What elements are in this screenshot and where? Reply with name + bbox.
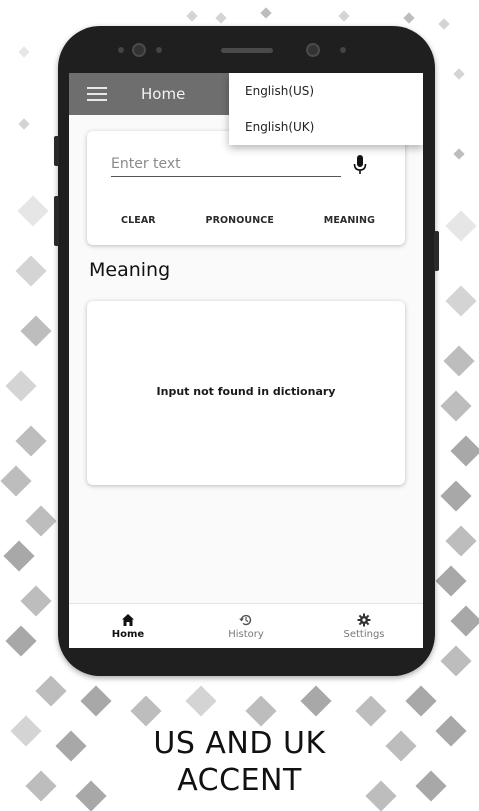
nav-label-home: Home — [111, 628, 145, 640]
clear-button[interactable]: CLEAR — [121, 215, 156, 226]
app-screen: Home English(US) English(UK) CLEAR PRONO… — [69, 73, 423, 648]
menu-item-english-uk[interactable]: English(UK) — [229, 109, 423, 145]
action-row: CLEAR PRONOUNCE MEANING — [87, 215, 405, 226]
nav-label-settings: Settings — [343, 628, 385, 640]
menu-item-english-us[interactable]: English(US) — [229, 73, 423, 109]
phone-frame: Home English(US) English(UK) CLEAR PRONO… — [54, 26, 439, 676]
sensor-icon — [118, 47, 124, 53]
nav-item-history[interactable]: History — [206, 613, 286, 640]
hamburger-menu-icon[interactable] — [87, 87, 107, 101]
language-dropdown-menu: English(US) English(UK) — [229, 73, 423, 145]
volume-button — [54, 136, 59, 166]
page-title: Home — [141, 85, 186, 103]
speaker-grille — [221, 48, 273, 53]
gear-icon — [357, 613, 371, 626]
home-icon — [122, 613, 134, 626]
caption-line-2: ACCENT — [177, 763, 302, 798]
power-button — [434, 231, 439, 271]
nav-item-home[interactable]: Home — [88, 613, 168, 640]
pronounce-button[interactable]: PRONOUNCE — [206, 215, 274, 226]
camera-icon — [132, 43, 146, 57]
input-card: CLEAR PRONOUNCE MEANING — [87, 131, 405, 245]
meaning-heading: Meaning — [89, 259, 171, 281]
text-input[interactable] — [111, 151, 341, 177]
caption-line-1: US AND UK — [153, 726, 326, 761]
meaning-result-text: Input not found in dictionary — [156, 385, 336, 398]
sensor-icon — [340, 47, 346, 53]
camera-icon — [306, 43, 320, 57]
nav-item-settings[interactable]: Settings — [324, 613, 404, 640]
meaning-button[interactable]: MEANING — [324, 215, 375, 226]
microphone-icon[interactable] — [353, 155, 367, 175]
sensor-icon — [156, 47, 162, 53]
bottom-navigation: Home History Settings — [69, 603, 423, 648]
volume-button — [54, 196, 59, 246]
history-icon — [239, 614, 252, 625]
nav-label-history: History — [228, 628, 264, 640]
meaning-result-card: Input not found in dictionary — [87, 301, 405, 485]
